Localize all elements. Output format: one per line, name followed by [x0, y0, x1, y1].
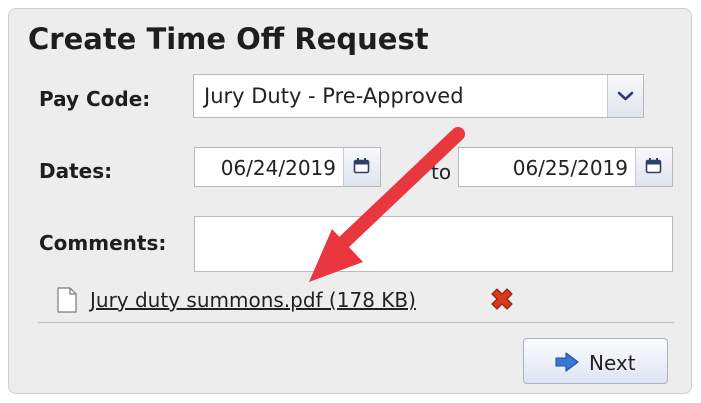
pay-code-value: Jury Duty - Pre-Approved [204, 84, 464, 108]
end-date-calendar-button[interactable] [635, 148, 672, 186]
time-off-dialog [8, 8, 692, 394]
chevron-down-icon [617, 91, 634, 101]
calendar-icon [645, 158, 662, 174]
next-button[interactable]: Next [523, 338, 668, 384]
start-date-calendar-button[interactable] [343, 148, 380, 186]
end-date-value: 06/25/2019 [512, 156, 628, 180]
dates-label: Dates: [39, 159, 113, 183]
start-date-input[interactable]: 06/24/2019 [194, 147, 381, 187]
arrow-right-icon [554, 352, 580, 376]
end-date-input[interactable]: 06/25/2019 [458, 147, 673, 187]
dropdown-button[interactable] [607, 75, 643, 117]
attachment-link[interactable]: Jury duty summons.pdf (178 KB) [90, 288, 416, 312]
file-icon [56, 287, 78, 317]
start-date-value: 06/24/2019 [220, 156, 336, 180]
divider [38, 322, 674, 323]
comments-label: Comments: [39, 231, 167, 255]
remove-x-icon[interactable] [487, 285, 517, 319]
comments-input[interactable] [194, 216, 673, 272]
date-range-separator: to [431, 160, 452, 184]
next-button-label: Next [589, 351, 636, 375]
pay-code-label: Pay Code: [39, 87, 151, 111]
pay-code-select[interactable]: Jury Duty - Pre-Approved [193, 74, 644, 118]
calendar-icon [353, 158, 370, 174]
dialog-title: Create Time Off Request [28, 22, 429, 56]
